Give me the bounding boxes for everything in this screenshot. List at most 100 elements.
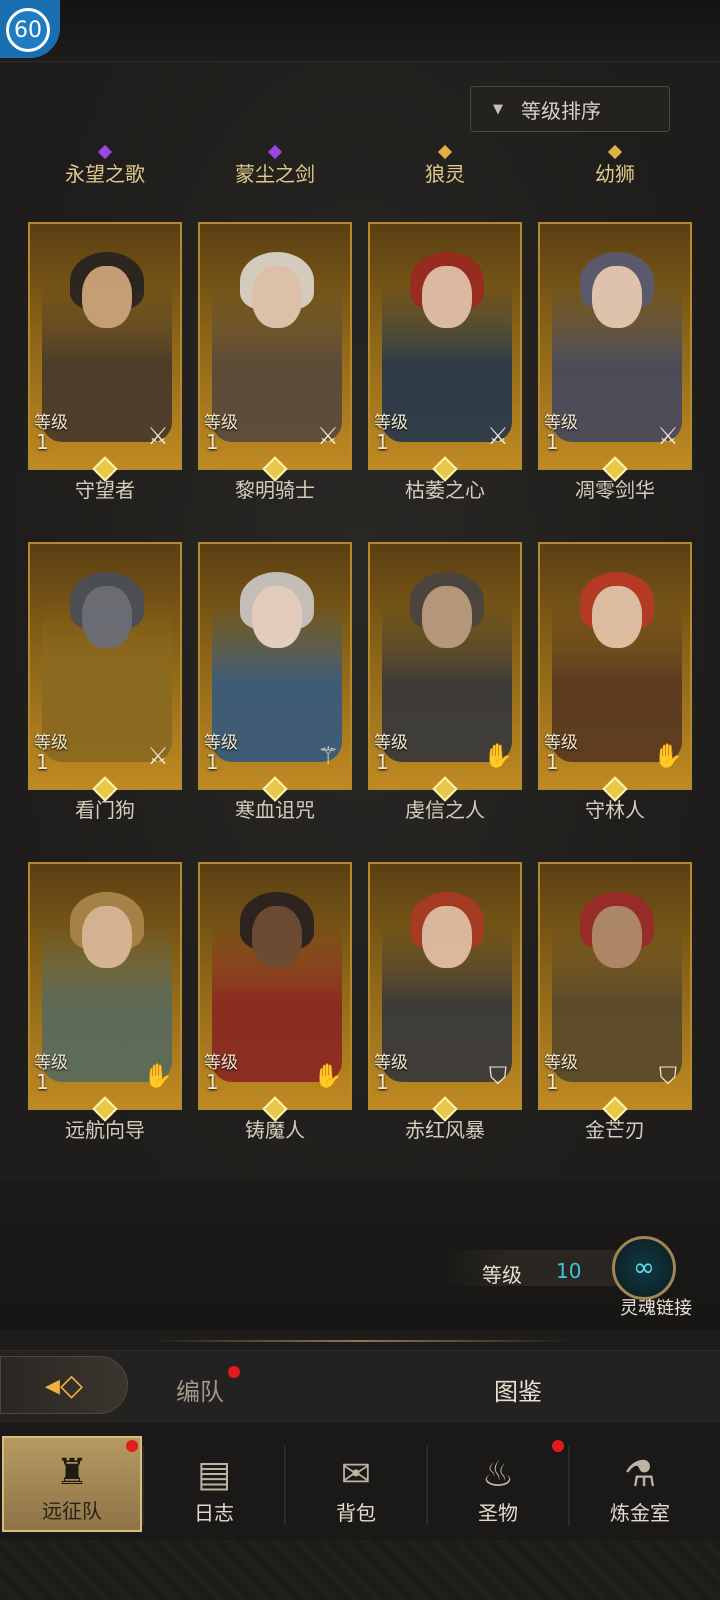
hero-name: 赤红风暴	[405, 1118, 485, 1142]
portrait-face	[82, 906, 132, 968]
link-icon: ∞	[633, 1253, 655, 1283]
caret-down-icon: ▼	[493, 101, 503, 117]
hand-icon: ✋	[653, 742, 683, 770]
hero-name: 远航向导	[65, 1118, 145, 1142]
hero-card[interactable]: 等级 1 ⚔	[28, 222, 182, 470]
hero-name: 守林人	[585, 798, 645, 822]
hero-card[interactable]: 等级 1 ⚔	[198, 222, 352, 470]
tab-team[interactable]: 编队	[176, 1372, 224, 1407]
hero-level-value: 1	[546, 1070, 559, 1094]
portrait-face	[592, 906, 642, 968]
soul-link-label: 灵魂链接	[620, 1298, 692, 1319]
group-name: 幼狮	[595, 162, 635, 186]
hero-card[interactable]: 等级 1 ✋	[28, 862, 182, 1110]
nav-separator	[426, 1446, 428, 1526]
hero-name: 看门狗	[75, 798, 135, 822]
tab-codex[interactable]: 图鉴	[494, 1372, 542, 1407]
nav-separator	[142, 1446, 144, 1526]
portrait-face	[592, 266, 642, 328]
portrait-face	[422, 266, 472, 328]
nav-label: 炼金室	[610, 1501, 670, 1525]
sort-dropdown[interactable]: ▼ 等级排序	[470, 86, 670, 132]
hero-name: 枯萎之心	[405, 478, 485, 502]
nav-label: 圣物	[478, 1501, 518, 1525]
player-level-badge[interactable]: 60	[0, 0, 60, 58]
notification-dot	[228, 1366, 240, 1378]
hero-card[interactable]: 等级 1 ⚔	[538, 222, 692, 470]
hero-card[interactable]: 等级 1 ⚔	[28, 542, 182, 790]
portrait-face	[252, 586, 302, 648]
footer-ornament	[0, 1540, 720, 1600]
hero-name: 守望者	[75, 478, 135, 502]
nav-item[interactable]: ♜ 远征队	[2, 1436, 142, 1532]
portrait-face	[422, 906, 472, 968]
arrow-left-icon: ◂◇	[44, 1367, 84, 1403]
portrait-face	[592, 586, 642, 648]
scroll-icon: ▤	[196, 1454, 231, 1495]
portrait-face	[252, 906, 302, 968]
nav-item[interactable]: ▤ 日志	[144, 1436, 284, 1532]
sort-label: 等级排序	[521, 98, 601, 123]
notification-dot	[126, 1440, 138, 1452]
hero-card[interactable]: 等级 1 ⛉	[368, 862, 522, 1110]
hero-name: 凋零剑华	[575, 478, 655, 502]
hero-level-value: 1	[546, 430, 559, 454]
hero-card[interactable]: 等级 1 ✋	[368, 542, 522, 790]
hero-name: 寒血诅咒	[235, 798, 315, 822]
divider	[150, 1340, 570, 1342]
soul-level-value: 10	[556, 1259, 582, 1283]
nav-item[interactable]: ✉ 背包	[286, 1436, 426, 1532]
hero-level-value: 1	[376, 430, 389, 454]
hero-level-value: 1	[376, 750, 389, 774]
back-button[interactable]: ◂◇	[0, 1356, 128, 1414]
alchemy-icon: ⚗	[623, 1454, 657, 1495]
sword-icon: ⚔	[317, 422, 339, 450]
sword-icon: ⚔	[487, 422, 509, 450]
nav-label: 日志	[194, 1501, 234, 1525]
nav-item[interactable]: ⚗ 炼金室	[570, 1436, 710, 1532]
hero-level-value: 1	[206, 1070, 219, 1094]
soul-level-bar	[440, 1250, 620, 1286]
group-name: 永望之歌	[65, 162, 145, 186]
notification-dot	[552, 1440, 564, 1452]
hero-level-value: 1	[206, 750, 219, 774]
hand-icon: ✋	[483, 742, 513, 770]
portrait-face	[252, 266, 302, 328]
sword-icon: ⚔	[147, 422, 169, 450]
hero-level-value: 1	[546, 750, 559, 774]
helmet-icon: ♜	[55, 1452, 89, 1493]
hero-level-value: 1	[376, 1070, 389, 1094]
nav-label: 远征队	[42, 1499, 102, 1523]
hero-card[interactable]: 等级 1 ⚚	[198, 542, 352, 790]
hero-name: 金芒刃	[585, 1118, 645, 1142]
player-level: 60	[6, 8, 50, 52]
soul-level-label: 等级	[482, 1263, 522, 1287]
hero-name: 虔信之人	[405, 798, 485, 822]
group-name: 蒙尘之剑	[235, 162, 315, 186]
hero-card[interactable]: 等级 1 ⛉	[538, 862, 692, 1110]
soul-link-button[interactable]: ∞	[612, 1236, 676, 1300]
top-bar: 60	[0, 0, 720, 62]
hero-card[interactable]: 等级 1 ⚔	[368, 222, 522, 470]
nav-separator	[568, 1446, 570, 1526]
hero-level-value: 1	[36, 750, 49, 774]
hero-name: 铸魔人	[245, 1118, 305, 1142]
sword-icon: ⚔	[657, 422, 679, 450]
hand-icon: ✋	[143, 1062, 173, 1090]
shield-icon: ⛉	[659, 1062, 677, 1090]
sword-icon: ⚔	[147, 742, 169, 770]
portrait-face	[82, 586, 132, 648]
nav-label: 背包	[336, 1501, 376, 1525]
backpack-icon: ✉	[340, 1454, 372, 1495]
hero-level-value: 1	[206, 430, 219, 454]
torch-icon: ♨	[481, 1454, 515, 1495]
shield-icon: ⛉	[489, 1062, 507, 1090]
nav-item[interactable]: ♨ 圣物	[428, 1436, 568, 1532]
nav-separator	[284, 1446, 286, 1526]
hero-card[interactable]: 等级 1 ✋	[198, 862, 352, 1110]
group-name: 狼灵	[425, 162, 465, 186]
hero-card[interactable]: 等级 1 ✋	[538, 542, 692, 790]
portrait-face	[422, 586, 472, 648]
portrait-face	[82, 266, 132, 328]
hand-icon: ✋	[313, 1062, 343, 1090]
